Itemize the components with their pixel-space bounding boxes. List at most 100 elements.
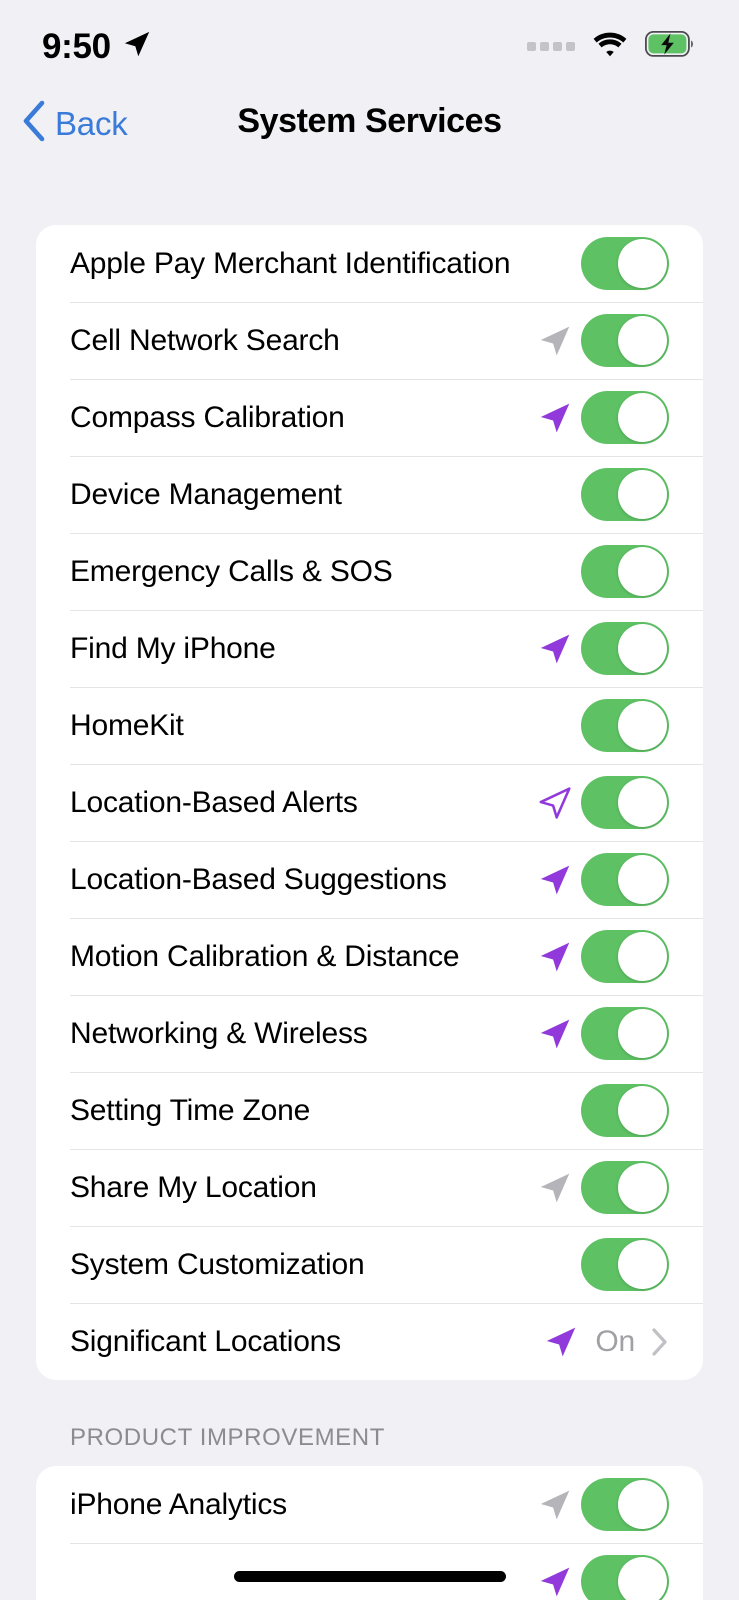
row-label: Cell Network Search [70, 323, 340, 357]
section-header-product-improvement: PRODUCT IMPROVEMENT [70, 1424, 385, 1451]
table-row[interactable]: Cell Network Search [36, 302, 703, 379]
toggle-switch[interactable] [581, 468, 669, 521]
navigation-bar: Back System Services [0, 86, 739, 174]
location-arrow-purple-icon [537, 400, 573, 436]
toggle-knob [618, 393, 667, 442]
status-bar-left: 9:50 [42, 29, 152, 64]
toggle-switch[interactable] [581, 1238, 669, 1291]
row-label: iPhone Analytics [70, 1487, 287, 1521]
row-accessory [537, 776, 669, 829]
table-row[interactable]: Emergency Calls & SOS [36, 533, 703, 610]
table-row[interactable]: Apple Pay Merchant Identification [36, 225, 703, 302]
location-arrow-gray-icon [537, 323, 573, 359]
row-label: Find My iPhone [70, 631, 276, 665]
toggle-knob [618, 778, 667, 827]
toggle-switch[interactable] [581, 853, 669, 906]
toggle-switch[interactable] [581, 776, 669, 829]
row-label: Motion Calibration & Distance [70, 939, 460, 973]
section-system-services: Apple Pay Merchant Identification Cell Ne… [36, 225, 703, 1380]
table-row[interactable]: Location-Based Suggestions [36, 841, 703, 918]
location-arrow-purple-icon [537, 631, 573, 667]
toggle-switch[interactable] [581, 545, 669, 598]
table-row[interactable]: Location-Based Alerts [36, 764, 703, 841]
status-bar-right [527, 30, 695, 63]
row-accessory [537, 1007, 669, 1060]
row-label: Apple Pay Merchant Identification [70, 246, 511, 280]
table-row[interactable]: Device Management [36, 456, 703, 533]
toggle-knob [618, 855, 667, 904]
location-arrow-purple-icon [543, 1324, 579, 1360]
table-row[interactable]: Find My iPhone [36, 610, 703, 687]
status-bar-clock: 9:50 [42, 26, 111, 66]
location-arrow-hollow-icon [537, 785, 573, 821]
row-accessory [537, 853, 669, 906]
row-label: Emergency Calls & SOS [70, 554, 393, 588]
toggle-switch[interactable] [581, 237, 669, 290]
toggle-knob [618, 239, 667, 288]
row-accessory [537, 1238, 669, 1291]
row-label: Compass Calibration [70, 400, 345, 434]
row-accessory [537, 237, 669, 290]
table-row[interactable]: iPhone Analytics [36, 1466, 703, 1543]
settings-list[interactable]: Apple Pay Merchant Identification Cell Ne… [0, 174, 739, 1600]
toggle-switch[interactable] [581, 314, 669, 367]
toggle-knob [618, 1480, 667, 1529]
location-arrow-purple-icon [537, 1016, 573, 1052]
toggle-knob [618, 1086, 667, 1135]
iphone-screen: 9:50 Back System Services Apple Pay Merc… [0, 0, 739, 1600]
row-accessory [537, 622, 669, 675]
location-arrow-purple-icon [537, 939, 573, 975]
toggle-knob [618, 1009, 667, 1058]
row-label: Share My Location [70, 1170, 317, 1204]
row-label: Significant Locations [70, 1324, 341, 1358]
location-arrow-purple-icon [537, 1564, 573, 1600]
location-arrow-purple-icon [537, 862, 573, 898]
table-row[interactable]: Motion Calibration & Distance [36, 918, 703, 995]
row-accessory [537, 1084, 669, 1137]
row-accessory [537, 699, 669, 752]
table-row[interactable]: Compass Calibration [36, 379, 703, 456]
toggle-knob [618, 1163, 667, 1212]
row-accessory [537, 1161, 669, 1214]
toggle-knob [618, 624, 667, 673]
row-accessory [537, 1555, 669, 1600]
row-label: System Customization [70, 1247, 365, 1281]
row-value: On [595, 1324, 635, 1358]
table-row[interactable]: Networking & Wireless [36, 995, 703, 1072]
toggle-knob [618, 1240, 667, 1289]
location-arrow-gray-icon [537, 1170, 573, 1206]
home-indicator [233, 1571, 506, 1582]
location-arrow-gray-icon [537, 1487, 573, 1523]
row-label: Location-Based Suggestions [70, 862, 447, 896]
page-title: System Services [237, 102, 502, 140]
table-row[interactable]: HomeKit [36, 687, 703, 764]
location-arrow-filled-icon [122, 29, 152, 64]
row-accessory [537, 391, 669, 444]
cellular-signal-dots-icon [527, 41, 575, 51]
table-row[interactable]: Significant Locations On [36, 1303, 703, 1380]
toggle-switch[interactable] [581, 699, 669, 752]
row-accessory [537, 930, 669, 983]
toggle-switch[interactable] [581, 1555, 669, 1600]
row-label: Location-Based Alerts [70, 785, 358, 819]
toggle-switch[interactable] [581, 930, 669, 983]
toggle-knob [618, 932, 667, 981]
toggle-knob [618, 1557, 667, 1600]
row-label: Device Management [70, 477, 342, 511]
battery-charging-icon [644, 30, 695, 62]
toggle-switch[interactable] [581, 1084, 669, 1137]
chevron-right-icon [651, 1327, 669, 1357]
table-row[interactable]: Setting Time Zone [36, 1072, 703, 1149]
toggle-switch[interactable] [581, 391, 669, 444]
row-accessory: On [543, 1324, 669, 1360]
toggle-knob [618, 701, 667, 750]
toggle-switch[interactable] [581, 622, 669, 675]
row-accessory [537, 468, 669, 521]
row-label: Networking & Wireless [70, 1016, 368, 1050]
wifi-icon [591, 30, 629, 63]
table-row[interactable]: Share My Location [36, 1149, 703, 1226]
toggle-switch[interactable] [581, 1161, 669, 1214]
table-row[interactable]: System Customization [36, 1226, 703, 1303]
toggle-switch[interactable] [581, 1007, 669, 1060]
toggle-switch[interactable] [581, 1478, 669, 1531]
